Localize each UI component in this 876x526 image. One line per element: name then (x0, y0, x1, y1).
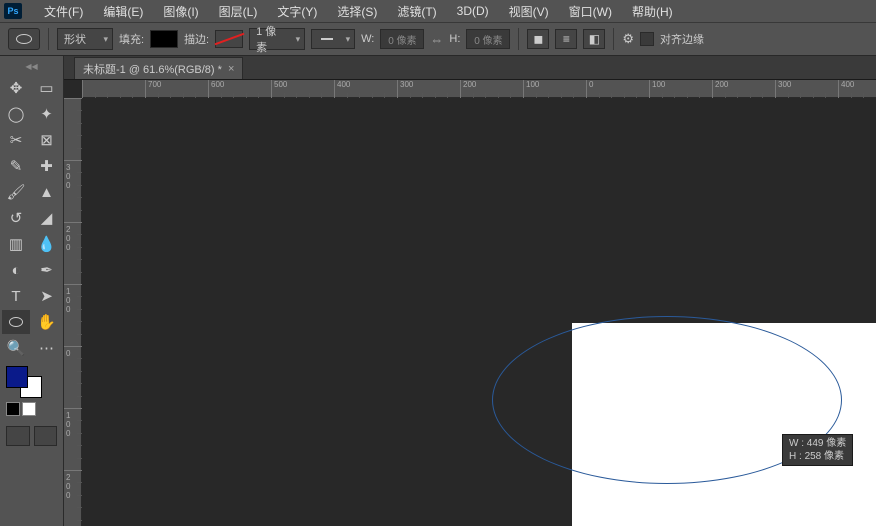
height-label: H: (449, 33, 460, 45)
path-select-tool[interactable]: ➤ (33, 284, 61, 308)
app-logo: Ps (4, 3, 22, 19)
menu-select[interactable]: 选择(S) (327, 3, 387, 20)
main-area: ◀◀ ✥ ▭ ◯ ✦ ✂ ⊠ ✎ ✚ 🖌 ▲ ↺ ◢ ▥ 💧 ◐ ✒ T ➤ ✋… (0, 56, 876, 526)
gradient-tool[interactable]: ▥ (2, 232, 30, 256)
eyedropper-tool[interactable]: ✎ (2, 154, 30, 178)
move-tool[interactable]: ✥ (2, 76, 30, 100)
width-input[interactable]: 0 像素 (380, 29, 424, 49)
dimension-tooltip: W : 449 像素 H : 258 像素 (782, 434, 853, 466)
link-wh-icon[interactable]: ⇔ (430, 32, 443, 47)
menu-bar: Ps 文件(F) 编辑(E) 图像(I) 图层(L) 文字(Y) 选择(S) 滤… (0, 0, 876, 22)
canvas[interactable]: W : 449 像素 H : 258 像素 (82, 98, 876, 526)
tooltip-w-value: 449 像素 (807, 438, 846, 449)
type-tool[interactable]: T (2, 284, 30, 308)
path-ops-icon[interactable]: ◼ (527, 29, 549, 49)
document-tab[interactable]: 未标题-1 @ 61.6%(RGB/8) * × (74, 57, 243, 79)
mode-dropdown[interactable]: 形状 (57, 28, 113, 50)
separator (48, 28, 49, 50)
align-edges-label: 对齐边缘 (660, 31, 704, 47)
frame-tool[interactable]: ⊠ (33, 128, 61, 152)
menu-edit[interactable]: 编辑(E) (93, 3, 153, 20)
ellipse-icon (16, 34, 32, 44)
options-bar: 形状 填充: 描边: 1 像素 W: 0 像素 ⇔ H: 0 像素 ◼ ≡ ◧ … (0, 22, 876, 56)
tooltip-w-label: W : (789, 438, 804, 449)
quick-select-tool[interactable]: ✦ (33, 102, 61, 126)
ruler-vertical[interactable]: 3002001000100200300 (64, 98, 82, 526)
width-label: W: (361, 33, 374, 45)
stroke-style-dropdown[interactable] (311, 29, 355, 49)
swap-colors-icon[interactable] (22, 402, 36, 416)
blur-tool[interactable]: 💧 (33, 232, 61, 256)
menu-3d[interactable]: 3D(D) (447, 4, 499, 18)
default-colors-icon[interactable] (6, 402, 20, 416)
edit-toolbar[interactable]: ⋯ (33, 336, 61, 360)
align-edges-checkbox[interactable] (640, 32, 654, 46)
menu-filter[interactable]: 滤镜(T) (387, 3, 446, 20)
menu-image[interactable]: 图像(I) (153, 3, 208, 20)
tools-panel: ◀◀ ✥ ▭ ◯ ✦ ✂ ⊠ ✎ ✚ 🖌 ▲ ↺ ◢ ▥ 💧 ◐ ✒ T ➤ ✋… (0, 56, 64, 526)
close-tab-icon[interactable]: × (228, 63, 234, 75)
ellipse-tool[interactable] (2, 310, 30, 334)
separator (613, 28, 614, 50)
height-input[interactable]: 0 像素 (466, 29, 510, 49)
align-icon[interactable]: ≡ (555, 29, 577, 49)
hand-tool[interactable]: ✋ (33, 310, 61, 334)
stroke-color-swatch[interactable] (215, 30, 243, 48)
marquee-tool[interactable]: ▭ (33, 76, 61, 100)
stroke-size-dropdown[interactable]: 1 像素 (249, 28, 305, 50)
collapse-toolbar-icon[interactable]: ◀◀ (0, 62, 63, 74)
tooltip-h-label: H : (789, 451, 802, 462)
foreground-color-swatch[interactable] (6, 366, 28, 388)
tooltip-h-value: 258 像素 (805, 451, 844, 462)
stamp-tool[interactable]: ▲ (33, 180, 61, 204)
separator (518, 28, 519, 50)
quickmask-icon[interactable] (6, 426, 30, 446)
eraser-tool[interactable]: ◢ (33, 206, 61, 230)
menu-help[interactable]: 帮助(H) (622, 3, 683, 20)
fill-color-swatch[interactable] (150, 30, 178, 48)
document-tabstrip: 未标题-1 @ 61.6%(RGB/8) * × (64, 56, 876, 80)
screenmode-icon[interactable] (34, 426, 58, 446)
tool-preset-ellipse[interactable] (8, 28, 40, 50)
crop-tool[interactable]: ✂ (2, 128, 30, 152)
ruler-horizontal[interactable]: 7006005004003002001000100200300400 (82, 80, 876, 98)
menu-layer[interactable]: 图层(L) (209, 3, 268, 20)
brush-tool[interactable]: 🖌 (2, 180, 30, 204)
lasso-tool[interactable]: ◯ (2, 102, 30, 126)
color-pickers (0, 362, 63, 420)
heal-tool[interactable]: ✚ (33, 154, 61, 178)
canvas-wrap: 7006005004003002001000100200300400 30020… (64, 80, 876, 526)
menu-window[interactable]: 窗口(W) (559, 3, 622, 20)
document-area: 未标题-1 @ 61.6%(RGB/8) * × 700600500400300… (64, 56, 876, 526)
arrange-icon[interactable]: ◧ (583, 29, 605, 49)
dodge-tool[interactable]: ◐ (2, 258, 30, 282)
history-brush-tool[interactable]: ↺ (2, 206, 30, 230)
stroke-label: 描边: (184, 31, 209, 47)
menu-file[interactable]: 文件(F) (34, 3, 93, 20)
fill-label: 填充: (119, 31, 144, 47)
menu-view[interactable]: 视图(V) (499, 3, 559, 20)
pen-tool[interactable]: ✒ (33, 258, 61, 282)
menu-type[interactable]: 文字(Y) (267, 3, 327, 20)
document-tab-title: 未标题-1 @ 61.6%(RGB/8) * (83, 61, 222, 77)
zoom-tool[interactable]: 🔍 (2, 336, 30, 360)
gear-icon[interactable]: ⚙ (622, 31, 634, 47)
